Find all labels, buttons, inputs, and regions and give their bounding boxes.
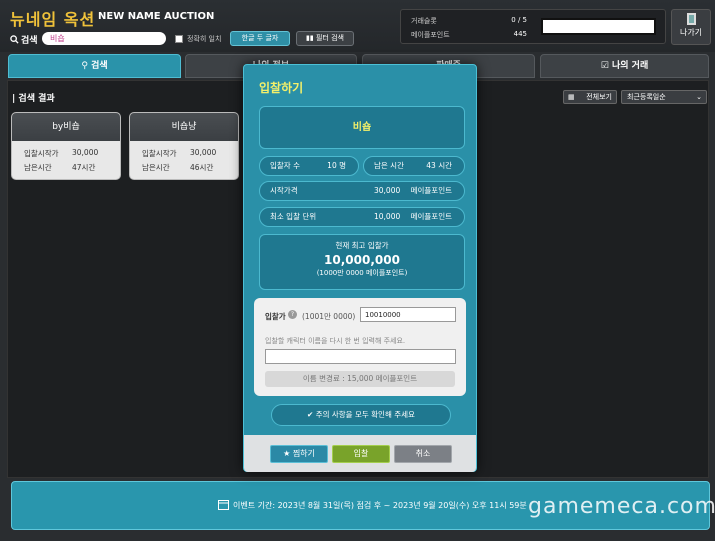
filter-search-label: 필터 검색	[315, 34, 344, 42]
bidders-value: 10 명	[327, 161, 346, 170]
calendar-icon	[218, 499, 229, 513]
card-title: by비숍	[12, 113, 120, 141]
card-start-label: 입찰시작가	[142, 149, 177, 158]
confirm-notice-toggle[interactable]: ✔ 주의 사항을 모두 확인해 주세요	[271, 404, 451, 426]
favorite-button[interactable]: ★ 찜하기	[270, 445, 328, 463]
dialog-footer: ★ 찜하기 입찰 취소	[244, 435, 476, 472]
points-value: 445	[513, 30, 527, 38]
checkbox-icon: ☑	[600, 61, 612, 71]
card-start-label: 입찰시작가	[24, 149, 59, 158]
remain-value: 43 시간	[426, 161, 452, 170]
min-unit-label: 최소 입찰 단위	[270, 212, 317, 221]
character-name-box	[541, 18, 656, 35]
card-title: 비숍냥	[130, 113, 238, 141]
chevron-down-icon: ⌄	[696, 93, 702, 101]
bidders-count: 입찰자 수 10 명	[259, 156, 359, 176]
card-start-value: 30,000	[190, 148, 217, 157]
start-price-value: 30,000	[374, 186, 401, 195]
card-remain-value: 47시간	[72, 163, 96, 172]
start-price-row: 시작가격 30,000 메이플포인트	[259, 181, 465, 201]
info-panel: 거래슬롯 0 / 5 메이플포인트 445	[400, 9, 666, 44]
search-label-text: 검색	[21, 36, 38, 46]
min-unit-value: 10,000	[374, 212, 401, 221]
bid-form: 입찰가 ? (1001만 0000) 입찰할 캐릭터 이름을 다시 한 번 입력…	[254, 298, 466, 396]
favorite-label: 찜하기	[292, 449, 315, 458]
points-label: 메이플포인트	[411, 31, 450, 39]
tab-search[interactable]: ⚲ 검색	[8, 54, 181, 78]
search-input[interactable]	[42, 32, 166, 45]
korean-two-char-button[interactable]: 한글 두 글자	[230, 31, 290, 46]
filter-search-button[interactable]: ▮▮ 필터 검색	[296, 31, 354, 46]
exact-match-label: 정확히 일치	[187, 35, 222, 43]
app-subtitle: NEW NAME AUCTION	[98, 11, 215, 22]
confirm-notice-text: 주의 사항을 모두 확인해 주세요	[315, 410, 415, 419]
search-label: 검색	[10, 33, 38, 46]
help-icon[interactable]: ?	[288, 310, 297, 319]
remaining-time: 남은 시간 43 시간	[363, 156, 465, 176]
slots-label: 거래슬롯	[411, 17, 437, 25]
current-bid-value: 10,000,000	[324, 253, 400, 267]
current-highest-bid: 현재 최고 입찰가 10,000,000 (1000만 0000 메이플포인트)	[259, 234, 465, 290]
remain-label: 남은 시간	[374, 161, 404, 170]
card-remain-label: 남은시간	[142, 163, 170, 172]
bidders-label: 입찰자 수	[270, 161, 300, 170]
exact-match-checkbox[interactable]	[175, 35, 183, 43]
results-title-text: 검색 결과	[18, 94, 55, 104]
event-period-text: 이벤트 기간: 2023년 8월 31일(목) 점검 후 ~ 2023년 9월 …	[233, 501, 527, 510]
start-price-unit: 메이플포인트	[410, 186, 452, 195]
slots-value: 0 / 5	[511, 16, 527, 24]
bid-label: 입찰가	[265, 312, 286, 321]
exit-label: 나가기	[679, 28, 703, 37]
cancel-button[interactable]: 취소	[394, 445, 452, 463]
dialog-title: 입찰하기	[259, 81, 304, 95]
start-price-label: 시작가격	[270, 186, 298, 195]
view-all-label: 전체보기	[586, 93, 612, 101]
grid-icon: ▦	[568, 93, 575, 101]
results-title: | 검색 결과	[12, 94, 55, 104]
star-icon: ★	[283, 449, 293, 458]
auction-card[interactable]: by비숍 입찰시작가 30,000 남은시간 47시간	[11, 112, 121, 180]
sort-select-label: 최근등록일순	[627, 93, 666, 101]
search-icon: ⚲	[81, 61, 92, 71]
bid-amount-input[interactable]	[360, 307, 456, 322]
checkmark-icon: ✔	[307, 410, 316, 419]
exit-door-icon	[687, 13, 696, 25]
current-bid-sub: (1000만 0000 메이플포인트)	[316, 269, 408, 277]
item-name: 비숍	[259, 106, 465, 149]
current-bid-label: 현재 최고 입찰가	[335, 241, 389, 250]
auction-card[interactable]: 비숍냥 입찰시작가 30,000 남은시간 46시간	[129, 112, 239, 180]
name-prompt: 입찰할 캐릭터 이름을 다시 한 번 입력해 주세요.	[265, 337, 406, 345]
tab-my-trades[interactable]: ☑ 나의 거래	[540, 54, 709, 78]
search-icon	[10, 35, 19, 44]
tab-my-trades-label: 나의 거래	[611, 61, 649, 71]
card-remain-value: 46시간	[190, 163, 214, 172]
name-change-fee: 이름 변경료 : 15,000 메이플포인트	[265, 371, 455, 387]
bid-dialog: 입찰하기 비숍 입찰자 수 10 명 남은 시간 43 시간 시작가격 30,0…	[243, 64, 477, 472]
filter-icon: ▮▮	[306, 34, 316, 42]
card-start-value: 30,000	[72, 148, 99, 157]
min-unit-row: 최소 입찰 단위 10,000 메이플포인트	[259, 207, 465, 227]
min-unit-unit: 메이플포인트	[410, 212, 452, 221]
bid-hint: (1001만 0000)	[302, 312, 356, 321]
sort-select[interactable]: 최근등록일순 ⌄	[621, 90, 707, 104]
card-remain-label: 남은시간	[24, 163, 52, 172]
exit-button[interactable]: 나가기	[671, 9, 711, 45]
tab-search-label: 검색	[91, 61, 108, 71]
watermark: gamemeca.com	[528, 494, 715, 519]
view-all-button[interactable]: ▦ 전체보기	[563, 90, 617, 104]
character-name-input[interactable]	[265, 349, 456, 364]
app-title: 뉴네임 옥션	[10, 10, 96, 29]
bid-button[interactable]: 입찰	[332, 445, 390, 463]
